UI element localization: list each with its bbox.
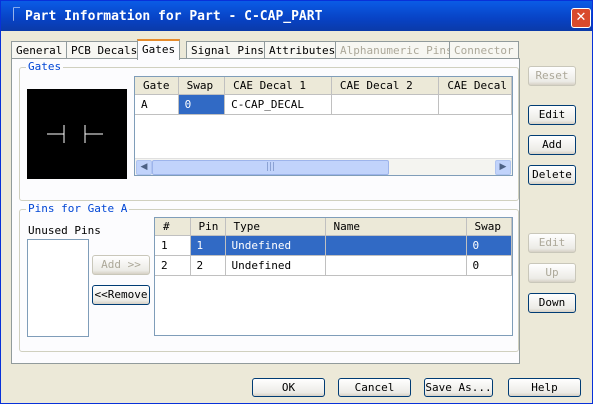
pins-table[interactable]: # Pin Type Name Swap 1 1 Undefined 0 2 2…: [154, 217, 513, 336]
tab-general[interactable]: General: [11, 41, 68, 59]
add-gate-button[interactable]: Add: [528, 135, 576, 155]
table-row[interactable]: 1 1 Undefined 0: [155, 235, 512, 256]
tab-connector: Connector: [449, 41, 519, 59]
move-up-button: Up: [528, 263, 576, 283]
column-header-number[interactable]: #: [155, 218, 191, 236]
add-pin-button: Add >>: [92, 255, 150, 275]
row-number-cell[interactable]: 1: [155, 235, 191, 256]
column-header-cae-decal-1[interactable]: CAE Decal 1: [224, 77, 332, 95]
remove-pin-button[interactable]: <<Remove: [92, 285, 150, 305]
gates-group-label: Gates: [26, 60, 64, 73]
column-header-pin[interactable]: Pin: [190, 218, 226, 236]
decal-preview: [27, 89, 127, 179]
table-row[interactable]: 2 2 Undefined 0: [155, 255, 512, 276]
edit-pin-button: Edit: [528, 233, 576, 253]
table-row[interactable]: A 0 C-CAP_DECAL: [135, 94, 512, 115]
gates-horizontal-scrollbar[interactable]: ◀ ||| ▶: [135, 158, 512, 175]
name-cell[interactable]: [325, 255, 467, 276]
gate-cell[interactable]: A: [135, 94, 179, 115]
scroll-right-icon[interactable]: ▶: [495, 160, 511, 175]
pins-group-label: Pins for Gate A: [26, 202, 130, 215]
cancel-button[interactable]: Cancel: [338, 378, 411, 397]
dialog-window: ⎾ Part Information for Part - C-CAP_PART…: [0, 0, 593, 404]
tab-signal-pins[interactable]: Signal Pins: [186, 41, 269, 59]
cae-decal-2-cell[interactable]: [331, 94, 440, 115]
tab-attributes[interactable]: Attributes: [264, 41, 341, 59]
scroll-left-icon[interactable]: ◀: [136, 160, 152, 175]
tab-alphanumeric-pins: Alphanumeric Pins: [335, 41, 458, 59]
move-down-button[interactable]: Down: [528, 293, 576, 313]
column-header-swap[interactable]: Swap: [466, 218, 512, 236]
title-bar[interactable]: ⎾ Part Information for Part - C-CAP_PART…: [1, 1, 592, 31]
type-cell[interactable]: Undefined: [225, 235, 326, 256]
swap-cell[interactable]: 0: [178, 94, 226, 115]
cae-decal-3-cell[interactable]: [438, 94, 512, 115]
close-button[interactable]: ✕: [571, 8, 591, 28]
column-header-cae-decal-2[interactable]: CAE Decal 2: [331, 77, 440, 95]
column-header-swap[interactable]: Swap: [178, 77, 226, 95]
column-header-cae-decal-3[interactable]: CAE Decal: [438, 77, 512, 95]
unused-pins-label: Unused Pins: [28, 224, 101, 237]
app-icon: ⎾: [7, 8, 21, 23]
save-as-button[interactable]: Save As...: [424, 378, 493, 397]
row-number-cell[interactable]: 2: [155, 255, 191, 276]
window-title: Part Information for Part - C-CAP_PART: [25, 9, 323, 24]
scroll-thumb[interactable]: |||: [152, 160, 389, 175]
swap-cell[interactable]: 0: [466, 255, 512, 276]
column-header-name[interactable]: Name: [325, 218, 467, 236]
edit-gate-button[interactable]: Edit: [528, 105, 576, 125]
capacitor-symbol-icon: [47, 125, 103, 143]
type-cell[interactable]: Undefined: [225, 255, 326, 276]
delete-gate-button[interactable]: Delete: [528, 165, 576, 185]
unused-pins-list[interactable]: [27, 239, 89, 337]
pin-cell[interactable]: 2: [190, 255, 226, 276]
tab-gates[interactable]: Gates: [137, 39, 181, 60]
column-header-type[interactable]: Type: [225, 218, 326, 236]
swap-cell[interactable]: 0: [466, 235, 512, 256]
pin-cell[interactable]: 1: [190, 235, 226, 256]
tab-pcb-decals[interactable]: PCB Decals: [66, 41, 143, 59]
name-cell[interactable]: [325, 235, 467, 256]
pins-table-header: # Pin Type Name Swap: [155, 218, 512, 236]
reset-button: Reset: [528, 66, 576, 86]
help-button[interactable]: Help: [508, 378, 581, 397]
cae-decal-1-cell[interactable]: C-CAP_DECAL: [224, 94, 332, 115]
gates-table-header: Gate Swap CAE Decal 1 CAE Decal 2 CAE De…: [135, 77, 512, 95]
column-header-gate[interactable]: Gate: [135, 77, 179, 95]
ok-button[interactable]: OK: [252, 378, 325, 397]
